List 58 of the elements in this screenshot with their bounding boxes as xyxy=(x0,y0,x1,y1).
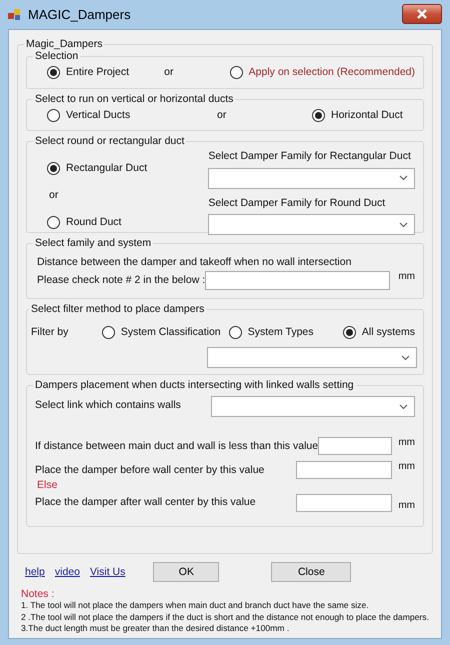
note-text: 1. The tool will not place the dampers when main duct and branch duct have the same size. xyxy=(21,600,370,612)
separator-text: or xyxy=(164,66,175,79)
close-button[interactable]: Close xyxy=(271,562,352,582)
unit-label: mm xyxy=(398,461,415,474)
chevron-down-icon xyxy=(399,175,408,182)
note-text: 2 .The tool will not place the dampers if the duct is short and the distance not enough to place the dampers. xyxy=(21,612,430,623)
text-field[interactable] xyxy=(296,494,392,512)
field-label: Select Damper Family for Round Duct xyxy=(208,196,386,210)
close-button[interactable] xyxy=(402,4,442,24)
unit-label: mm xyxy=(398,500,415,512)
radio-button[interactable]: Apply on selection (Recommended) xyxy=(230,66,415,80)
field-label: If distance between main duct and wall is less than this value xyxy=(35,440,318,452)
text-field[interactable] xyxy=(296,461,392,480)
group-title: Magic_Dampers xyxy=(25,38,104,50)
field-label: Place the damper after wall center by this value xyxy=(35,496,257,509)
dropdown[interactable] xyxy=(208,168,415,189)
dropdown[interactable] xyxy=(207,347,417,368)
radio-button[interactable]: Vertical Ducts xyxy=(47,109,217,122)
radio-button[interactable]: System Types xyxy=(228,326,343,340)
notes-title: Notes : xyxy=(21,588,54,600)
field-label: Please check note # 2 in the below : xyxy=(36,274,206,286)
window-title: MAGIC_Dampers xyxy=(28,6,131,22)
unit-label: mm xyxy=(398,437,415,450)
text-field[interactable] xyxy=(318,437,392,456)
else-label: Else xyxy=(37,479,58,492)
description-text: Distance between the damper and takeoff when no wall intersection xyxy=(37,256,352,269)
field-label: Select Damper Family for Rectangular Duct xyxy=(208,150,411,163)
radio-button[interactable]: Horizontal Duct xyxy=(312,109,403,122)
radio-button[interactable]: Rectangular Duct xyxy=(47,162,208,176)
dropdown[interactable] xyxy=(211,396,415,418)
radio-button[interactable]: Round Duct xyxy=(47,216,208,229)
link[interactable]: video xyxy=(54,566,80,578)
dropdown[interactable] xyxy=(208,214,415,236)
section-title: Select filter method to place dampers xyxy=(30,303,206,316)
radio-button[interactable]: System Classification xyxy=(102,326,229,340)
chevron-down-icon xyxy=(401,354,410,361)
ok-button[interactable]: OK xyxy=(153,562,220,582)
radio-button[interactable]: All systems xyxy=(342,326,415,340)
chevron-down-icon xyxy=(399,222,408,228)
unit-label: mm xyxy=(398,270,415,283)
chevron-down-icon xyxy=(399,404,408,410)
link[interactable]: Visit Us xyxy=(90,566,126,578)
field-label: Filter by xyxy=(31,326,70,339)
section-title: Select to run on vertical or horizontal ducts xyxy=(34,93,234,106)
field-label: Select link which contains walls xyxy=(35,399,182,412)
close-icon xyxy=(416,9,428,20)
radio-button[interactable]: Entire Project xyxy=(47,66,164,80)
note-text: 3.The duct length must be greater than the desired distance +100mm . xyxy=(21,622,290,634)
separator-text: or xyxy=(217,109,228,122)
separator-text: or xyxy=(49,189,58,202)
section-title: Selection xyxy=(34,50,80,64)
link[interactable]: help xyxy=(25,566,45,578)
section-title: Select family and system xyxy=(34,237,152,250)
text-field[interactable] xyxy=(205,270,390,290)
app-icon xyxy=(8,8,22,21)
section-title: Select round or rectangular duct xyxy=(34,135,186,148)
field-label: Place the damper before wall center by this value xyxy=(35,464,266,476)
section-title: Dampers placement when ducts intersecting with linked walls setting xyxy=(34,379,355,392)
